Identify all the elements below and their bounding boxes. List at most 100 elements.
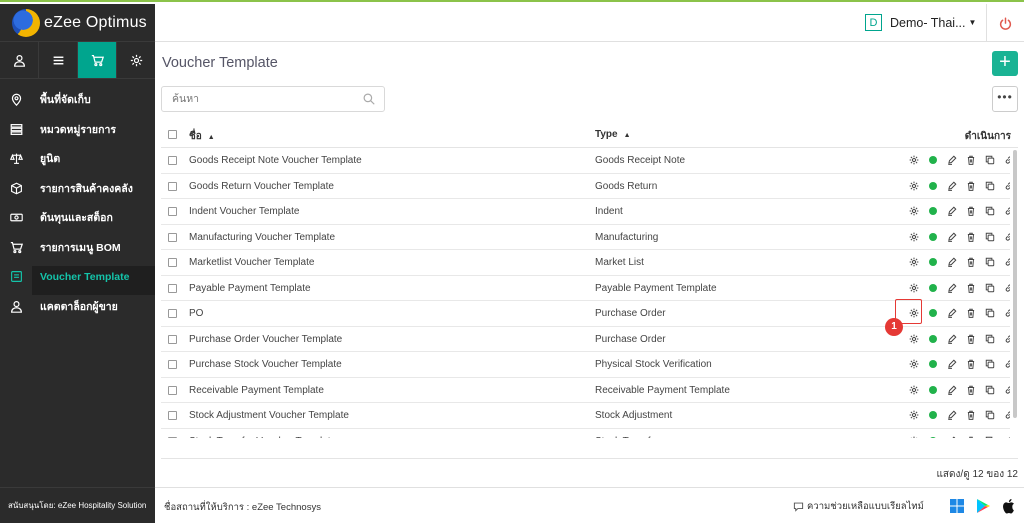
table-row[interactable]: Goods Receipt Note Voucher Template Goods…: [161, 148, 1010, 174]
delete-trash-icon[interactable]: [961, 205, 980, 217]
link-icon[interactable]: [999, 256, 1010, 268]
edit-pencil-icon[interactable]: [942, 231, 961, 243]
duplicate-copy-icon[interactable]: [980, 282, 999, 294]
sidebar-item-categories[interactable]: หมวดหมู่รายการ: [0, 115, 155, 145]
settings-gear-icon[interactable]: [904, 256, 923, 268]
column-header-type[interactable]: Type ▲: [595, 129, 631, 140]
delete-trash-icon[interactable]: [961, 231, 980, 243]
settings-gear-icon[interactable]: [904, 384, 923, 396]
row-checkbox[interactable]: [168, 232, 177, 242]
template-name[interactable]: Purchase Order Voucher Template: [189, 334, 342, 345]
windows-store-button[interactable]: [944, 495, 970, 517]
edit-pencil-icon[interactable]: [942, 435, 961, 438]
sidebar-item-cost-stock[interactable]: ต้นทุนและสต็อก: [0, 203, 155, 233]
settings-gear-icon[interactable]: [904, 180, 923, 192]
table-row[interactable]: Indent Voucher Template Indent: [161, 199, 1010, 225]
status-dot[interactable]: [923, 231, 942, 243]
link-icon[interactable]: [999, 282, 1010, 294]
settings-gear-icon[interactable]: [904, 154, 923, 166]
status-dot[interactable]: [923, 154, 942, 166]
template-name[interactable]: Purchase Stock Voucher Template: [189, 359, 342, 370]
delete-trash-icon[interactable]: [961, 154, 980, 166]
template-name[interactable]: Receivable Payment Template: [189, 385, 324, 396]
row-checkbox[interactable]: [168, 207, 177, 216]
google-play-button[interactable]: [970, 495, 996, 517]
edit-pencil-icon[interactable]: [942, 282, 961, 294]
settings-gear-icon[interactable]: [904, 282, 923, 294]
edit-pencil-icon[interactable]: [942, 384, 961, 396]
logout-button[interactable]: [986, 4, 1024, 42]
link-icon[interactable]: [999, 205, 1010, 217]
table-row[interactable]: Marketlist Voucher Template Market List: [161, 250, 1010, 276]
delete-trash-icon[interactable]: [961, 409, 980, 421]
duplicate-copy-icon[interactable]: [980, 205, 999, 217]
link-icon[interactable]: [999, 231, 1010, 243]
table-row[interactable]: Goods Return Voucher Template Goods Retur…: [161, 174, 1010, 199]
sidebar-item-storage-location[interactable]: พื้นที่จัดเก็บ: [0, 85, 155, 115]
status-dot[interactable]: [923, 282, 942, 294]
settings-gear-icon[interactable]: [904, 409, 923, 421]
table-row[interactable]: Payable Payment Template Payable Payment …: [161, 276, 1010, 301]
table-row[interactable]: Stock Adjustment Voucher Template Stock A…: [161, 403, 1010, 429]
row-checkbox[interactable]: [168, 411, 177, 420]
sidebar-tab-inventory[interactable]: [78, 42, 117, 78]
edit-pencil-icon[interactable]: [942, 256, 961, 268]
sidebar-item-units[interactable]: ยูนิต: [0, 144, 155, 174]
delete-trash-icon[interactable]: [961, 333, 980, 345]
edit-pencil-icon[interactable]: [942, 409, 961, 421]
template-name[interactable]: Stock Adjustment Voucher Template: [189, 410, 349, 421]
link-icon[interactable]: [999, 435, 1010, 438]
link-icon[interactable]: [999, 154, 1010, 166]
duplicate-copy-icon[interactable]: [980, 180, 999, 192]
status-dot[interactable]: [923, 307, 942, 319]
apple-store-button[interactable]: [996, 495, 1022, 517]
sidebar-tab-user[interactable]: [0, 42, 39, 78]
status-dot[interactable]: [923, 435, 942, 438]
table-row[interactable]: Stock Transfer Voucher Template Stock Tra…: [161, 429, 1010, 439]
row-checkbox[interactable]: [168, 385, 177, 395]
edit-pencil-icon[interactable]: [942, 307, 961, 319]
duplicate-copy-icon[interactable]: [980, 333, 999, 345]
duplicate-copy-icon[interactable]: [980, 256, 999, 268]
select-all-checkbox[interactable]: [168, 130, 177, 139]
template-name[interactable]: Stock Transfer Voucher Template: [189, 436, 336, 439]
sidebar-tab-list[interactable]: [39, 42, 78, 78]
template-name[interactable]: Payable Payment Template: [189, 283, 311, 294]
sidebar-item-menu-bom[interactable]: รายการเมนู BOM: [0, 233, 155, 263]
edit-pencil-icon[interactable]: [942, 205, 961, 217]
template-name[interactable]: Marketlist Voucher Template: [189, 257, 314, 268]
duplicate-copy-icon[interactable]: [980, 358, 999, 370]
template-name[interactable]: Manufacturing Voucher Template: [189, 232, 335, 243]
table-row[interactable]: Receivable Payment Template Receivable Pa…: [161, 378, 1010, 403]
edit-pencil-icon[interactable]: [942, 333, 961, 345]
settings-gear-icon[interactable]: [904, 205, 923, 217]
status-dot[interactable]: [923, 409, 942, 421]
settings-gear-icon[interactable]: [904, 435, 923, 438]
delete-trash-icon[interactable]: [961, 180, 980, 192]
settings-gear-icon[interactable]: [904, 358, 923, 370]
row-checkbox[interactable]: [168, 156, 177, 165]
edit-pencil-icon[interactable]: [942, 154, 961, 166]
row-checkbox[interactable]: [168, 360, 177, 369]
duplicate-copy-icon[interactable]: [980, 435, 999, 438]
link-icon[interactable]: [999, 333, 1010, 345]
delete-trash-icon[interactable]: [961, 384, 980, 396]
table-row[interactable]: PO Purchase Order: [161, 301, 1010, 327]
row-checkbox[interactable]: [168, 258, 177, 267]
logo[interactable]: eZee Optimus: [0, 4, 155, 42]
column-header-name[interactable]: ชื่อ ▲: [189, 129, 215, 144]
delete-trash-icon[interactable]: [961, 435, 980, 438]
settings-gear-icon[interactable]: [904, 231, 923, 243]
delete-trash-icon[interactable]: [961, 307, 980, 319]
search-icon[interactable]: [363, 93, 375, 105]
edit-pencil-icon[interactable]: [942, 358, 961, 370]
delete-trash-icon[interactable]: [961, 282, 980, 294]
status-dot[interactable]: [923, 358, 942, 370]
delete-trash-icon[interactable]: [961, 358, 980, 370]
status-dot[interactable]: [923, 205, 942, 217]
sidebar-tab-settings[interactable]: [117, 42, 155, 78]
link-icon[interactable]: [999, 409, 1010, 421]
delete-trash-icon[interactable]: [961, 256, 980, 268]
search-input[interactable]: [162, 87, 352, 111]
more-options-button[interactable]: •••: [992, 86, 1018, 112]
